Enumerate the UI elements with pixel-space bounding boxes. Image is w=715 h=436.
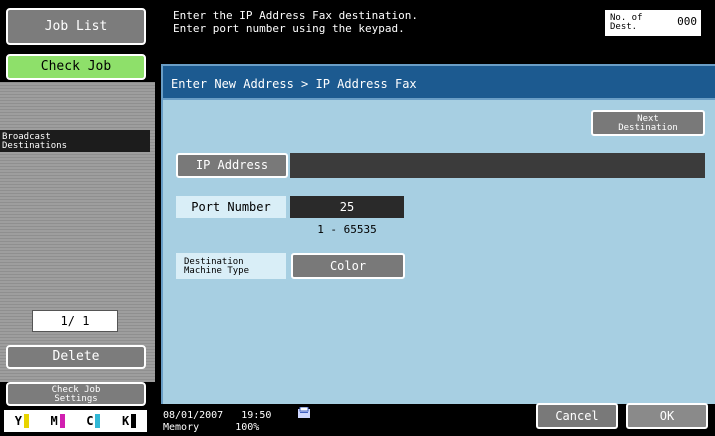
toner-magenta-bar xyxy=(59,414,65,428)
toner-yellow-label: Y xyxy=(14,414,22,428)
toner-black-bar xyxy=(131,414,137,428)
page-title: Enter New Address > IP Address Fax xyxy=(161,64,715,100)
message-header: Enter the IP Address Fax destination. En… xyxy=(155,0,715,56)
port-number-field[interactable]: 25 xyxy=(290,196,404,218)
left-panel-area xyxy=(0,82,155,382)
machine-type-color-button[interactable]: Color xyxy=(291,253,405,279)
status-date: 08/01/2007 xyxy=(163,410,224,421)
content-area xyxy=(161,100,715,404)
broadcast-destinations-tab[interactable]: Broadcast Destinations xyxy=(0,130,150,152)
check-settings-line2: Settings xyxy=(54,394,98,404)
cancel-button[interactable]: Cancel xyxy=(536,403,618,429)
broadcast-label-line2: Destinations xyxy=(2,141,68,151)
status-memory: Memory 100% xyxy=(163,422,259,433)
toner-black-label: K xyxy=(122,414,130,428)
next-destination-button[interactable]: Next Destination xyxy=(591,110,705,136)
toner-yellow-bar xyxy=(23,414,29,428)
dmt-line2: Machine Type xyxy=(184,266,250,276)
next-dest-line2: Destination xyxy=(618,123,678,133)
destination-counter: No. of Dest. 000 xyxy=(605,10,701,36)
ip-address-field[interactable] xyxy=(290,153,705,178)
toner-cyan-label: C xyxy=(86,414,94,428)
ip-address-button[interactable]: IP Address xyxy=(176,153,288,178)
port-range-hint: 1 - 65535 xyxy=(317,223,377,236)
dest-count: 000 xyxy=(677,15,697,28)
left-panel: Job List Check Job Broadcast Destination… xyxy=(0,0,155,436)
memory-label: Memory xyxy=(163,422,200,433)
toner-black: K xyxy=(122,414,137,428)
ok-button[interactable]: OK xyxy=(626,403,708,429)
toner-cyan-bar xyxy=(95,414,101,428)
check-job-button[interactable]: Check Job xyxy=(6,54,146,80)
page-indicator: 1/ 1 xyxy=(32,310,118,332)
toner-magenta: M xyxy=(51,414,65,428)
check-job-settings-button[interactable]: Check Job Settings xyxy=(6,382,146,406)
status-time: 19:50 xyxy=(241,410,272,421)
toner-levels: Y M C K xyxy=(4,410,147,432)
instruction-line-1: Enter the IP Address Fax destination. xyxy=(173,9,419,22)
toner-yellow: Y xyxy=(15,414,29,428)
port-number-label: Port Number xyxy=(176,196,286,218)
fax-status-icon xyxy=(298,407,310,418)
toner-cyan: C xyxy=(86,414,101,428)
toner-magenta-label: M xyxy=(50,414,58,428)
job-list-button[interactable]: Job List xyxy=(6,8,146,45)
destination-machine-type-label: Destination Machine Type xyxy=(176,253,286,279)
dest-label-line2: Dest. xyxy=(610,22,638,32)
status-datetime: 08/01/2007 19:50 xyxy=(163,410,271,421)
delete-button[interactable]: Delete xyxy=(6,345,146,369)
instruction-line-2: Enter port number using the keypad. xyxy=(173,22,405,35)
memory-value: 100% xyxy=(235,422,260,433)
